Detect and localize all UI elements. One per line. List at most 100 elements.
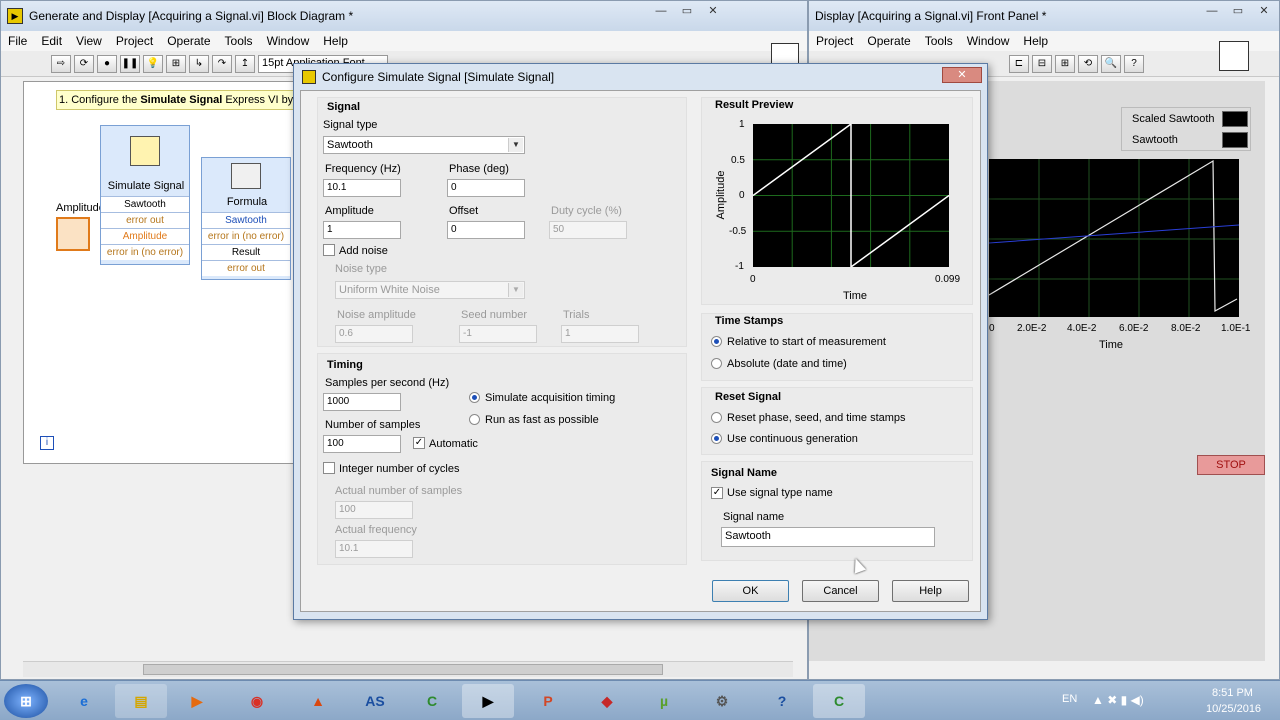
fp-menu-project[interactable]: Project — [809, 34, 860, 48]
noise-type-label: Noise type — [335, 263, 387, 275]
menu-tools[interactable]: Tools — [218, 34, 260, 48]
close-icon[interactable]: ✕ — [704, 5, 722, 19]
step-out-icon[interactable]: ↥ — [235, 54, 255, 73]
use-signal-type-checkbox[interactable]: ✓ — [711, 487, 723, 499]
clock-date[interactable]: 10/25/2016 — [1206, 703, 1261, 715]
sim-row-error-in[interactable]: error in (no error) — [101, 244, 189, 260]
start-button-icon[interactable]: ⊞ — [4, 684, 48, 718]
minimize-icon[interactable]: — — [652, 5, 670, 19]
as-app-icon[interactable]: AS — [349, 684, 401, 718]
menu-operate[interactable]: Operate — [160, 34, 217, 48]
phase-field[interactable]: 0 — [447, 179, 525, 197]
step-over-icon[interactable]: ↷ — [212, 54, 232, 73]
sim-row-sawtooth[interactable]: Sawtooth — [101, 196, 189, 212]
fp-maximize-icon[interactable]: ▭ — [1229, 5, 1247, 19]
resize-icon[interactable]: ⊞ — [1055, 54, 1075, 73]
language-indicator[interactable]: EN — [1062, 693, 1077, 705]
clock-time[interactable]: 8:51 PM — [1212, 687, 1253, 699]
continuous-generation-radio[interactable] — [711, 433, 722, 444]
step-into-icon[interactable]: ↳ — [189, 54, 209, 73]
run-fast-radio[interactable] — [469, 414, 480, 425]
absolute-timestamp-radio[interactable] — [711, 358, 722, 369]
signal-type-select[interactable]: Sawtooth ▼ — [323, 136, 525, 154]
ie-icon[interactable]: e — [58, 684, 110, 718]
samples-per-second-field[interactable]: 1000 — [323, 393, 401, 411]
fp-menu-tools[interactable]: Tools — [918, 34, 960, 48]
menu-view[interactable]: View — [69, 34, 109, 48]
bd-horizontal-scrollbar[interactable] — [23, 661, 793, 677]
amplitude-field[interactable]: 1 — [323, 221, 401, 239]
labview-taskbar-icon[interactable]: ▶ — [462, 684, 514, 718]
timing-header: Timing — [327, 359, 363, 371]
help-app-icon[interactable]: ? — [756, 684, 808, 718]
formula-row-error-out[interactable]: error out — [202, 260, 290, 276]
chrome-icon[interactable]: ◉ — [231, 684, 283, 718]
automatic-checkbox[interactable]: ✓ — [413, 437, 425, 449]
amplitude-knob-terminal[interactable] — [56, 217, 90, 251]
formula-row-sawtooth[interactable]: Sawtooth — [202, 212, 290, 228]
fp-menu-help[interactable]: Help — [1016, 34, 1055, 48]
fp-minimize-icon[interactable]: — — [1203, 5, 1221, 19]
explorer-icon[interactable]: ▤ — [115, 684, 167, 718]
formula-row-error-in[interactable]: error in (no error) — [202, 228, 290, 244]
highlight-icon[interactable]: 💡 — [143, 54, 163, 73]
menu-project[interactable]: Project — [109, 34, 160, 48]
run-arrow-icon[interactable]: ⇨ — [51, 54, 71, 73]
number-of-samples-field[interactable]: 100 — [323, 435, 401, 453]
stop-button[interactable]: STOP — [1197, 455, 1265, 475]
simulate-timing-radio[interactable] — [469, 392, 480, 403]
abort-icon[interactable]: ● — [97, 54, 117, 73]
3d-app-icon[interactable]: ◆ — [581, 684, 633, 718]
integer-cycles-checkbox[interactable] — [323, 462, 335, 474]
formula-row-result[interactable]: Result — [202, 244, 290, 260]
formula-node[interactable]: Formula Sawtooth error in (no error) Res… — [201, 157, 291, 280]
menu-edit[interactable]: Edit — [34, 34, 69, 48]
help-icon[interactable]: ? — [1124, 54, 1144, 73]
fp-menu-window[interactable]: Window — [960, 34, 1017, 48]
simulate-signal-node[interactable]: Simulate Signal Sawtooth error out Ampli… — [100, 125, 190, 265]
cancel-button[interactable]: Cancel — [802, 580, 879, 602]
camtasia-icon[interactable]: C — [406, 684, 458, 718]
search-icon[interactable]: 🔍 — [1101, 54, 1121, 73]
reset-phase-radio[interactable] — [711, 412, 722, 423]
menu-file[interactable]: File — [1, 34, 34, 48]
offset-field[interactable]: 0 — [447, 221, 525, 239]
preview-y-tick-neg-1: -1 — [735, 261, 744, 272]
ok-button[interactable]: OK — [712, 580, 789, 602]
bd-scroll-thumb[interactable] — [143, 664, 663, 675]
powerpoint-icon[interactable]: P — [522, 684, 574, 718]
fp-menu-operate[interactable]: Operate — [860, 34, 917, 48]
help-button[interactable]: Help — [892, 580, 969, 602]
fp-close-icon[interactable]: ✕ — [1255, 5, 1273, 19]
sim-row-amplitude[interactable]: Amplitude — [101, 228, 189, 244]
pause-icon[interactable]: ❚❚ — [120, 54, 140, 73]
media-player-icon[interactable]: ▶ — [171, 684, 223, 718]
distribute-icon[interactable]: ⊟ — [1032, 54, 1052, 73]
maximize-icon[interactable]: ▭ — [678, 5, 696, 19]
align-icon[interactable]: ⊏ — [1009, 54, 1029, 73]
instruction-prefix: 1. Configure the — [59, 94, 141, 106]
offset-label: Offset — [449, 205, 479, 217]
menu-window[interactable]: Window — [260, 34, 317, 48]
utorrent-icon[interactable]: µ — [638, 684, 690, 718]
matlab-icon[interactable]: ▲ — [292, 684, 344, 718]
sim-row-error-out[interactable]: error out — [101, 212, 189, 228]
signal-name-field[interactable]: Sawtooth — [721, 527, 935, 547]
dialog-close-button[interactable]: ✕ — [942, 67, 982, 83]
add-noise-checkbox[interactable] — [323, 244, 335, 256]
instruction-suffix: Express VI by d — [222, 94, 296, 106]
camtasia-recorder-icon[interactable]: C — [813, 684, 865, 718]
graph-legend[interactable]: Scaled Sawtooth Sawtooth — [1121, 107, 1251, 151]
seed-number-label: Seed number — [461, 309, 528, 321]
relative-timestamp-radio[interactable] — [711, 336, 722, 347]
frequency-field[interactable]: 10.1 — [323, 179, 401, 197]
tray-icons[interactable]: ▲ ✖ ▮ ◀) — [1092, 693, 1144, 707]
retain-wire-icon[interactable]: ⊞ — [166, 54, 186, 73]
info-icon[interactable]: i — [40, 436, 54, 450]
waveform-graph-plot[interactable] — [989, 159, 1239, 317]
tool-app-icon[interactable]: ⚙ — [696, 684, 748, 718]
menu-help[interactable]: Help — [316, 34, 355, 48]
reorder-icon[interactable]: ⟲ — [1078, 54, 1098, 73]
run-continuous-icon[interactable]: ⟳ — [74, 54, 94, 73]
amplitude-label: Amplitude — [56, 202, 105, 214]
